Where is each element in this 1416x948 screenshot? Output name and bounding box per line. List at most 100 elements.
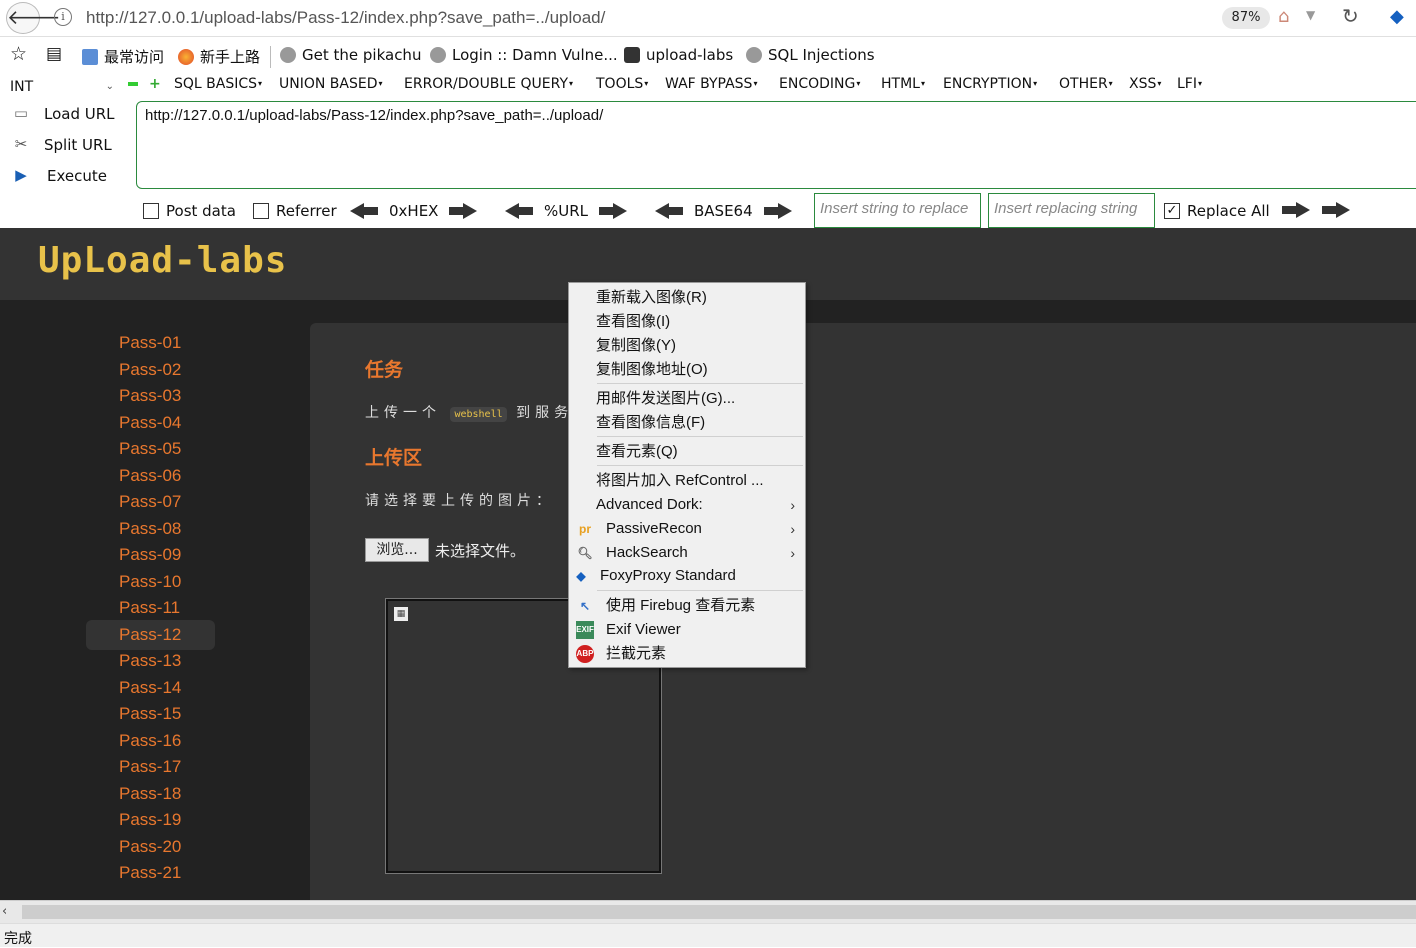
reload-icon[interactable]: ↻ — [1342, 4, 1359, 28]
bookmark-upload-labs[interactable]: upload-labs — [624, 46, 733, 64]
split-url-button[interactable]: ✂ Split URL — [10, 135, 112, 155]
browser-url-bar: 🡐 i http://127.0.0.1/upload-labs/Pass-12… — [0, 0, 1416, 37]
menu-xss[interactable]: XSS — [1129, 76, 1161, 92]
sidebar-item-pass-19[interactable]: Pass-19 — [86, 805, 215, 835]
zoom-indicator[interactable]: 87% — [1222, 7, 1270, 29]
encode-arrow-icon[interactable] — [449, 203, 478, 219]
menu-hacksearch[interactable]: 🔍︎ HackSearch › — [569, 541, 805, 565]
replace-string-input[interactable]: Insert string to replace — [814, 193, 981, 228]
checkbox-checked[interactable]: ✓ — [1164, 203, 1180, 219]
file-input[interactable]: 浏览... 未选择文件。 — [365, 538, 525, 562]
load-url-button[interactable]: ▭ Load URL — [10, 104, 115, 124]
menu-html[interactable]: HTML — [881, 76, 925, 92]
decode-arrow-icon[interactable] — [655, 203, 683, 219]
int-select[interactable]: INT ⌄ — [10, 76, 118, 98]
menu-waf-bypass[interactable]: WAF BYPASS — [665, 76, 757, 92]
sidebar-item-pass-13[interactable]: Pass-13 — [86, 646, 215, 676]
sidebar-item-pass-11[interactable]: Pass-11 — [86, 593, 215, 623]
base64-encoder: BASE64 — [655, 202, 792, 220]
decode-arrow-icon[interactable] — [350, 203, 378, 219]
menu-view-image-info[interactable]: 查看图像信息(F) — [569, 411, 805, 435]
menu-other[interactable]: OTHER — [1059, 76, 1113, 92]
plus-icon[interactable]: + — [149, 76, 161, 92]
scroll-left-icon[interactable]: ‹ — [2, 904, 7, 919]
foxyproxy-icon: ◆ — [576, 569, 586, 583]
bookmark-dvwa[interactable]: Login :: Damn Vulne... — [430, 46, 618, 64]
horizontal-scrollbar[interactable]: ‹ — [0, 900, 1416, 923]
globe-icon — [746, 47, 762, 63]
minus-icon[interactable] — [128, 82, 138, 86]
scrollbar-thumb[interactable] — [22, 905, 1416, 919]
sidebar-item-pass-03[interactable]: Pass-03 — [86, 381, 215, 411]
menu-copy-image[interactable]: 复制图像(Y) — [569, 334, 805, 358]
calendar-icon — [82, 48, 98, 65]
menu-reload-image[interactable]: 重新载入图像(R) — [569, 286, 805, 310]
hex-encoder: 0xHEX — [350, 202, 478, 220]
checkbox[interactable] — [253, 203, 269, 219]
sidebar-item-pass-01[interactable]: Pass-01 — [86, 328, 215, 358]
foxyproxy-icon[interactable]: ◆ — [1390, 6, 1404, 27]
task-title: 任务 — [365, 359, 404, 381]
file-status: 未选择文件。 — [435, 541, 526, 560]
star-icon[interactable]: ☆ — [10, 43, 27, 65]
chevron-down-icon[interactable]: ▼ — [1306, 8, 1315, 22]
sidebar-item-pass-09[interactable]: Pass-09 — [86, 540, 215, 570]
menu-separator — [597, 590, 803, 591]
menu-union-based[interactable]: UNION BASED — [279, 76, 383, 92]
menu-error-double-query[interactable]: ERROR/DOUBLE QUERY — [404, 76, 573, 92]
checkbox[interactable] — [143, 203, 159, 219]
home-icon[interactable]: ⌂ — [1278, 6, 1289, 27]
sidebar-item-pass-15[interactable]: Pass-15 — [86, 699, 215, 729]
scissors-icon: ✂ — [14, 135, 28, 153]
menu-view-image[interactable]: 查看图像(I) — [569, 310, 805, 334]
menu-firebug-inspect[interactable]: ↖ 使用 Firebug 查看元素 — [569, 594, 805, 618]
encode-arrow-icon[interactable] — [599, 203, 628, 219]
sidebar-item-pass-07[interactable]: Pass-07 — [86, 487, 215, 517]
browse-button[interactable]: 浏览... — [365, 538, 429, 562]
sidebar-item-pass-17[interactable]: Pass-17 — [86, 752, 215, 782]
menu-encoding[interactable]: ENCODING — [779, 76, 860, 92]
menu-copy-image-address[interactable]: 复制图像地址(O) — [569, 358, 805, 382]
replacing-string-input[interactable]: Insert replacing string — [988, 193, 1155, 228]
chevron-right-icon: › — [790, 521, 795, 537]
globe-icon — [280, 47, 296, 63]
bookmark-getting-started[interactable]: 新手上路 — [178, 46, 260, 67]
execute-button[interactable]: ▶ Execute — [10, 166, 107, 186]
site-logo[interactable]: UpLoad-labs — [38, 240, 287, 281]
sidebar-item-pass-05[interactable]: Pass-05 — [86, 434, 215, 464]
menu-exif-viewer[interactable]: EXIF Exif Viewer — [569, 618, 805, 642]
replace-arrow-icon[interactable] — [1282, 202, 1310, 218]
upload-prompt: 请选择要上传的图片： — [365, 493, 555, 509]
post-data-checkbox[interactable]: Post data — [143, 202, 236, 220]
menu-foxyproxy[interactable]: ◆ FoxyProxy Standard — [569, 564, 805, 588]
sidebar-item-pass-21[interactable]: Pass-21 — [86, 858, 215, 888]
hackbar-url-textarea[interactable]: http://127.0.0.1/upload-labs/Pass-12/ind… — [136, 101, 1416, 189]
status-bar: 完成 — [0, 923, 1416, 947]
replace-all-checkbox[interactable]: ✓ Replace All — [1164, 202, 1270, 220]
back-button[interactable]: 🡐 — [6, 2, 61, 34]
menu-passiverecon[interactable]: pr PassiveRecon › — [569, 517, 805, 541]
referrer-checkbox[interactable]: Referrer — [253, 202, 337, 220]
menu-sql-basics[interactable]: SQL BASICS — [174, 76, 262, 92]
menu-encryption[interactable]: ENCRYPTION — [943, 76, 1037, 92]
menu-refcontrol[interactable]: 将图片加入 RefControl ... — [569, 469, 805, 493]
folder-icon — [624, 47, 640, 63]
bookmark-pikachu[interactable]: Get the pikachu — [280, 46, 421, 64]
menu-tools[interactable]: TOOLS — [596, 76, 648, 92]
bookmark-frequent[interactable]: 最常访问 — [82, 46, 164, 67]
encode-arrow-icon[interactable] — [763, 203, 792, 219]
replace-arrow-icon[interactable] — [1322, 202, 1350, 218]
decode-arrow-icon[interactable] — [505, 203, 533, 219]
menu-lfi[interactable]: LFI — [1177, 76, 1202, 92]
menu-block-element[interactable]: ABP 拦截元素 — [569, 642, 805, 666]
menu-inspect-element[interactable]: 查看元素(Q) — [569, 440, 805, 464]
address-input[interactable]: http://127.0.0.1/upload-labs/Pass-12/ind… — [86, 4, 605, 32]
menu-advanced-dork[interactable]: Advanced Dork: › — [569, 493, 805, 517]
info-icon[interactable]: i — [54, 8, 72, 26]
menu-email-image[interactable]: 用邮件发送图片(G)... — [569, 387, 805, 411]
divider — [270, 46, 271, 68]
bookmark-sql-injections[interactable]: SQL Injections — [746, 46, 875, 64]
reading-list-icon[interactable]: ▤ — [46, 44, 62, 64]
bookmarks-toolbar: ☆ ▤ 最常访问 新手上路 Get the pikachu Login :: D… — [0, 40, 1416, 72]
upload-title: 上传区 — [365, 447, 423, 469]
